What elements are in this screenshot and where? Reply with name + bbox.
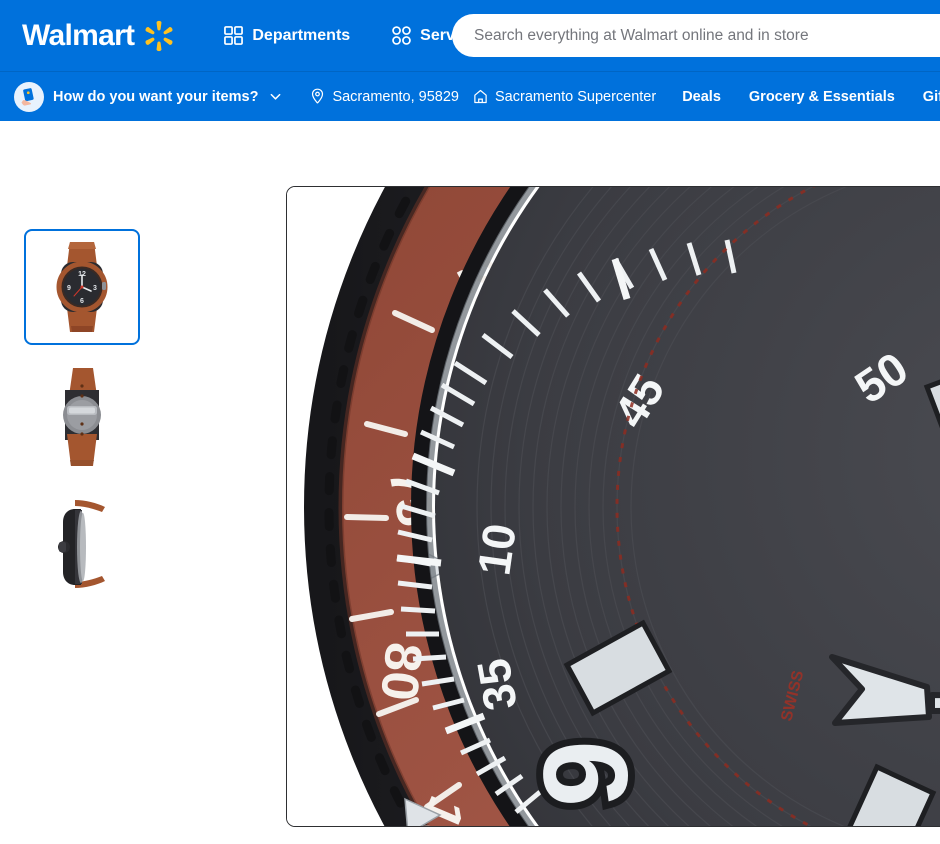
fulfillment-selector[interactable]: How do you want your items? [14, 81, 282, 112]
chevron-down-icon [267, 90, 282, 103]
thumbnail-watch-back-strap-view[interactable] [24, 359, 140, 475]
location-label: Sacramento, 95829 [332, 88, 459, 105]
search-bar[interactable] [452, 14, 940, 57]
location-selector[interactable]: Sacramento, 95829 [310, 88, 459, 105]
grid-squares-icon [224, 26, 244, 45]
store-selector[interactable]: Sacramento Supercenter [473, 88, 656, 105]
svg-text:9: 9 [519, 740, 653, 807]
site-header: Walmart Departments Search everything at… [0, 0, 940, 71]
brand-wordmark: Walmart [22, 18, 135, 52]
svg-text:9: 9 [67, 285, 71, 292]
subnav-link-gift-finder[interactable]: Gift Finder [923, 89, 940, 105]
svg-text:10: 10 [467, 520, 526, 578]
thumbnail-watch-front-view[interactable]: 12 9 3 6 [24, 229, 140, 345]
secondary-nav: How do you want your items? Sacramento, … [0, 71, 940, 121]
walmart-logo[interactable]: Walmart [22, 19, 176, 53]
search-input[interactable] [474, 26, 940, 45]
thumbnail-watch-side-profile-view[interactable] [24, 489, 140, 605]
nav-departments-label: Departments [252, 26, 351, 44]
subnav-link-deals[interactable]: Deals [682, 89, 721, 105]
store-label: Sacramento Supercenter [495, 88, 657, 105]
fulfillment-label: How do you want your items? [53, 88, 259, 105]
image-thumbnail-list: 12 9 3 6 [24, 229, 140, 605]
spark-icon [142, 19, 176, 53]
store-front-icon [473, 88, 488, 105]
hand-holding-phone-icon [14, 81, 44, 112]
subnav-links: Deals Grocery & Essentials Gift Finder C… [682, 89, 940, 105]
svg-text:35: 35 [467, 655, 527, 714]
svg-text:3: 3 [93, 285, 97, 292]
nav-departments[interactable]: Departments [224, 26, 350, 45]
map-pin-icon [310, 88, 325, 105]
subnav-link-grocery-essentials[interactable]: Grocery & Essentials [749, 89, 895, 105]
main-product-image[interactable]: 20 75 80 16 90 [286, 186, 940, 827]
svg-text:6: 6 [80, 298, 84, 305]
svg-text:80: 80 [369, 640, 433, 704]
grid-circles-icon [392, 26, 411, 45]
product-page-content: 12 9 3 6 [0, 121, 940, 844]
